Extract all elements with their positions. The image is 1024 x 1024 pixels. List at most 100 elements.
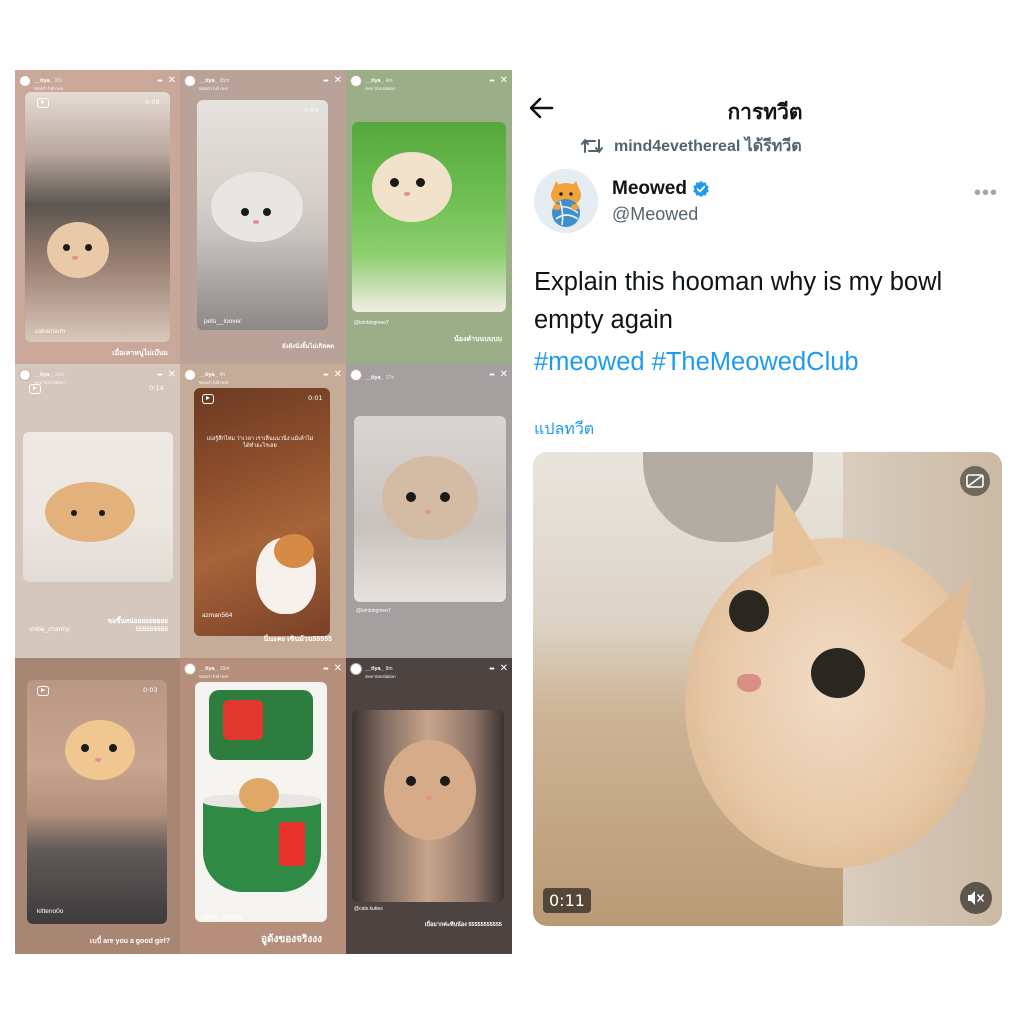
story-card[interactable]: __tiya_ 33s Watch full reel ••• ✕ 0:09 ca…	[15, 70, 180, 364]
story-media	[23, 432, 173, 582]
story-header: __tiya_ 17s ••• ✕	[346, 364, 512, 386]
avatar	[350, 663, 362, 675]
story-handle: shiba_charmy	[202, 914, 243, 921]
more-icon[interactable]: •••	[323, 78, 328, 85]
story-header: __tiya_ 55m Watch full reel ••• ✕	[180, 70, 346, 92]
story-media	[195, 682, 327, 922]
close-icon[interactable]: ✕	[168, 76, 176, 86]
page: __tiya_ 33s Watch full reel ••• ✕ 0:09 ca…	[0, 0, 1024, 1024]
mute-icon[interactable]	[960, 882, 992, 914]
story-header: __tiya_ 33s Watch full reel ••• ✕	[15, 70, 180, 92]
close-icon[interactable]: ✕	[334, 664, 342, 674]
cat-eye	[729, 590, 769, 632]
video-timestamp: 0:11	[543, 888, 591, 913]
cat-image	[372, 152, 452, 222]
story-handle: azman564	[202, 612, 233, 619]
story-media	[25, 92, 170, 342]
more-icon[interactable]: •••	[489, 372, 494, 379]
tweet-text: Explain this hooman why is my bowl empty…	[534, 268, 943, 334]
close-icon[interactable]: ✕	[334, 76, 342, 86]
page-title: การทวีต	[727, 101, 803, 124]
story-card[interactable]: __tiya_ 4m See translation ••• ✕ @kimbing…	[346, 70, 512, 364]
tweet-panel: การทวีต mind4evethereal ได้รีทวีต Meowed…	[520, 70, 1010, 954]
story-time: 4m	[385, 78, 393, 85]
story-duration: 0:01	[308, 394, 323, 402]
avatar	[19, 75, 31, 87]
story-username: __tiya_	[365, 78, 384, 85]
story-caption: เมื่อเหาหนูไม่เบ๊นม	[112, 350, 168, 357]
captions-icon[interactable]	[960, 466, 990, 496]
story-handle: pets__loover	[204, 318, 242, 325]
cat-image	[382, 456, 478, 540]
story-caption: เบบี๋ are you a good girl?	[89, 938, 170, 945]
more-icon[interactable]: •••	[323, 372, 328, 379]
story-time: 33s	[54, 78, 63, 85]
more-icon[interactable]: •••	[157, 372, 162, 379]
close-icon[interactable]: ✕	[334, 370, 342, 380]
reel-icon	[202, 394, 214, 404]
cat-eye	[811, 648, 865, 698]
close-icon[interactable]: ✕	[500, 370, 508, 380]
tweet-hashtags[interactable]: #meowed #TheMeowedClub	[534, 348, 859, 377]
more-icon[interactable]: •••	[489, 666, 494, 673]
story-card[interactable]: 0:03 kitteno0o เบบี๋ are you a good girl…	[15, 658, 180, 954]
story-media	[352, 122, 506, 312]
story-grid: __tiya_ 33s Watch full reel ••• ✕ 0:09 ca…	[15, 70, 512, 954]
story-card[interactable]: __tiya_ 4h Watch full reel ••• ✕ 0:01 เธอ…	[180, 364, 346, 658]
story-card[interactable]: __tiya_ 17s ••• ✕ @kimbingmeo7	[346, 364, 512, 658]
story-card[interactable]: __tiya_ 8m See translation ••• ✕ @cats.ku…	[346, 658, 512, 954]
author-name-row[interactable]: Meowed	[612, 178, 710, 200]
close-icon[interactable]: ✕	[168, 370, 176, 380]
story-header: __tiya_ 16m Watch full reel ••• ✕	[180, 658, 346, 680]
tweet-video[interactable]: 0:11	[533, 452, 1002, 926]
translate-link[interactable]: แปลทวีต	[534, 417, 594, 442]
close-icon[interactable]: ✕	[500, 76, 508, 86]
story-media	[27, 680, 167, 924]
story-subtitle[interactable]: See translation	[365, 87, 396, 92]
story-time: 55m	[219, 78, 230, 85]
story-header: __tiya_ 4h Watch full reel ••• ✕	[180, 364, 346, 386]
avatar	[19, 369, 31, 381]
story-handle: @kimbingmeo7	[354, 320, 389, 326]
story-card[interactable]: __tiya_ 55m Watch full reel ••• ✕ 0:04 pe…	[180, 70, 346, 364]
author-handle[interactable]: @Meowed	[612, 204, 698, 225]
story-subtitle[interactable]: Watch full reel	[199, 381, 228, 386]
story-media	[352, 710, 504, 902]
story-duration: 0:04	[304, 106, 319, 114]
story-username: __tiya_	[365, 374, 384, 381]
story-card[interactable]: __tiya_ 16m Watch full reel ••• ✕ shiba_c…	[180, 658, 346, 954]
story-subtitle[interactable]: Watch full reel	[199, 87, 229, 92]
cat-image	[47, 222, 109, 278]
story-caption: ขอขึ้นหน่อยยยยยยยย 555555555	[107, 618, 168, 633]
reel-icon	[37, 98, 49, 108]
story-duration: 0:14	[149, 384, 164, 392]
more-icon[interactable]: •••	[974, 182, 998, 205]
story-username: __tiya_	[34, 372, 53, 379]
story-header: __tiya_ 16m See translation ••• ✕	[15, 364, 180, 386]
story-header: __tiya_ 4m See translation ••• ✕	[346, 70, 512, 92]
cat-image	[211, 172, 303, 242]
story-time: 17s	[385, 374, 394, 381]
story-handle: shiba_charmy	[29, 626, 70, 633]
story-card[interactable]: __tiya_ 16m See translation ••• ✕ 0:14 sh…	[15, 364, 180, 658]
story-duration: 0:03	[143, 686, 158, 694]
retweeter-label: mind4evethereal ได้รีทวีต	[614, 137, 802, 155]
dog-image	[45, 482, 135, 542]
story-handle: kitteno0o	[37, 908, 64, 915]
more-icon[interactable]: •••	[323, 666, 328, 673]
retweet-context[interactable]: mind4evethereal ได้รีทวีต	[580, 136, 802, 156]
more-icon[interactable]: •••	[157, 78, 162, 85]
story-handle: @cats.kuties	[354, 906, 383, 912]
story-username: __tiya_	[365, 666, 384, 673]
story-caption: นี่นะคะ เซินม้วน55555	[263, 636, 332, 643]
story-caption: เบื่อมากค่ะทีบน้อง 55555555555	[424, 922, 502, 928]
close-icon[interactable]: ✕	[500, 664, 508, 674]
story-subtitle[interactable]: Watch full reel	[199, 675, 229, 680]
more-icon[interactable]: •••	[489, 78, 494, 85]
reel-icon	[29, 384, 41, 394]
avatar[interactable]	[534, 169, 598, 233]
reel-icon	[37, 686, 49, 696]
story-time: 16m	[54, 372, 65, 379]
story-subtitle[interactable]: See translation	[365, 675, 396, 680]
story-caption: ยังยังนั่งยิ้มไม่เกิดคด	[282, 344, 334, 350]
